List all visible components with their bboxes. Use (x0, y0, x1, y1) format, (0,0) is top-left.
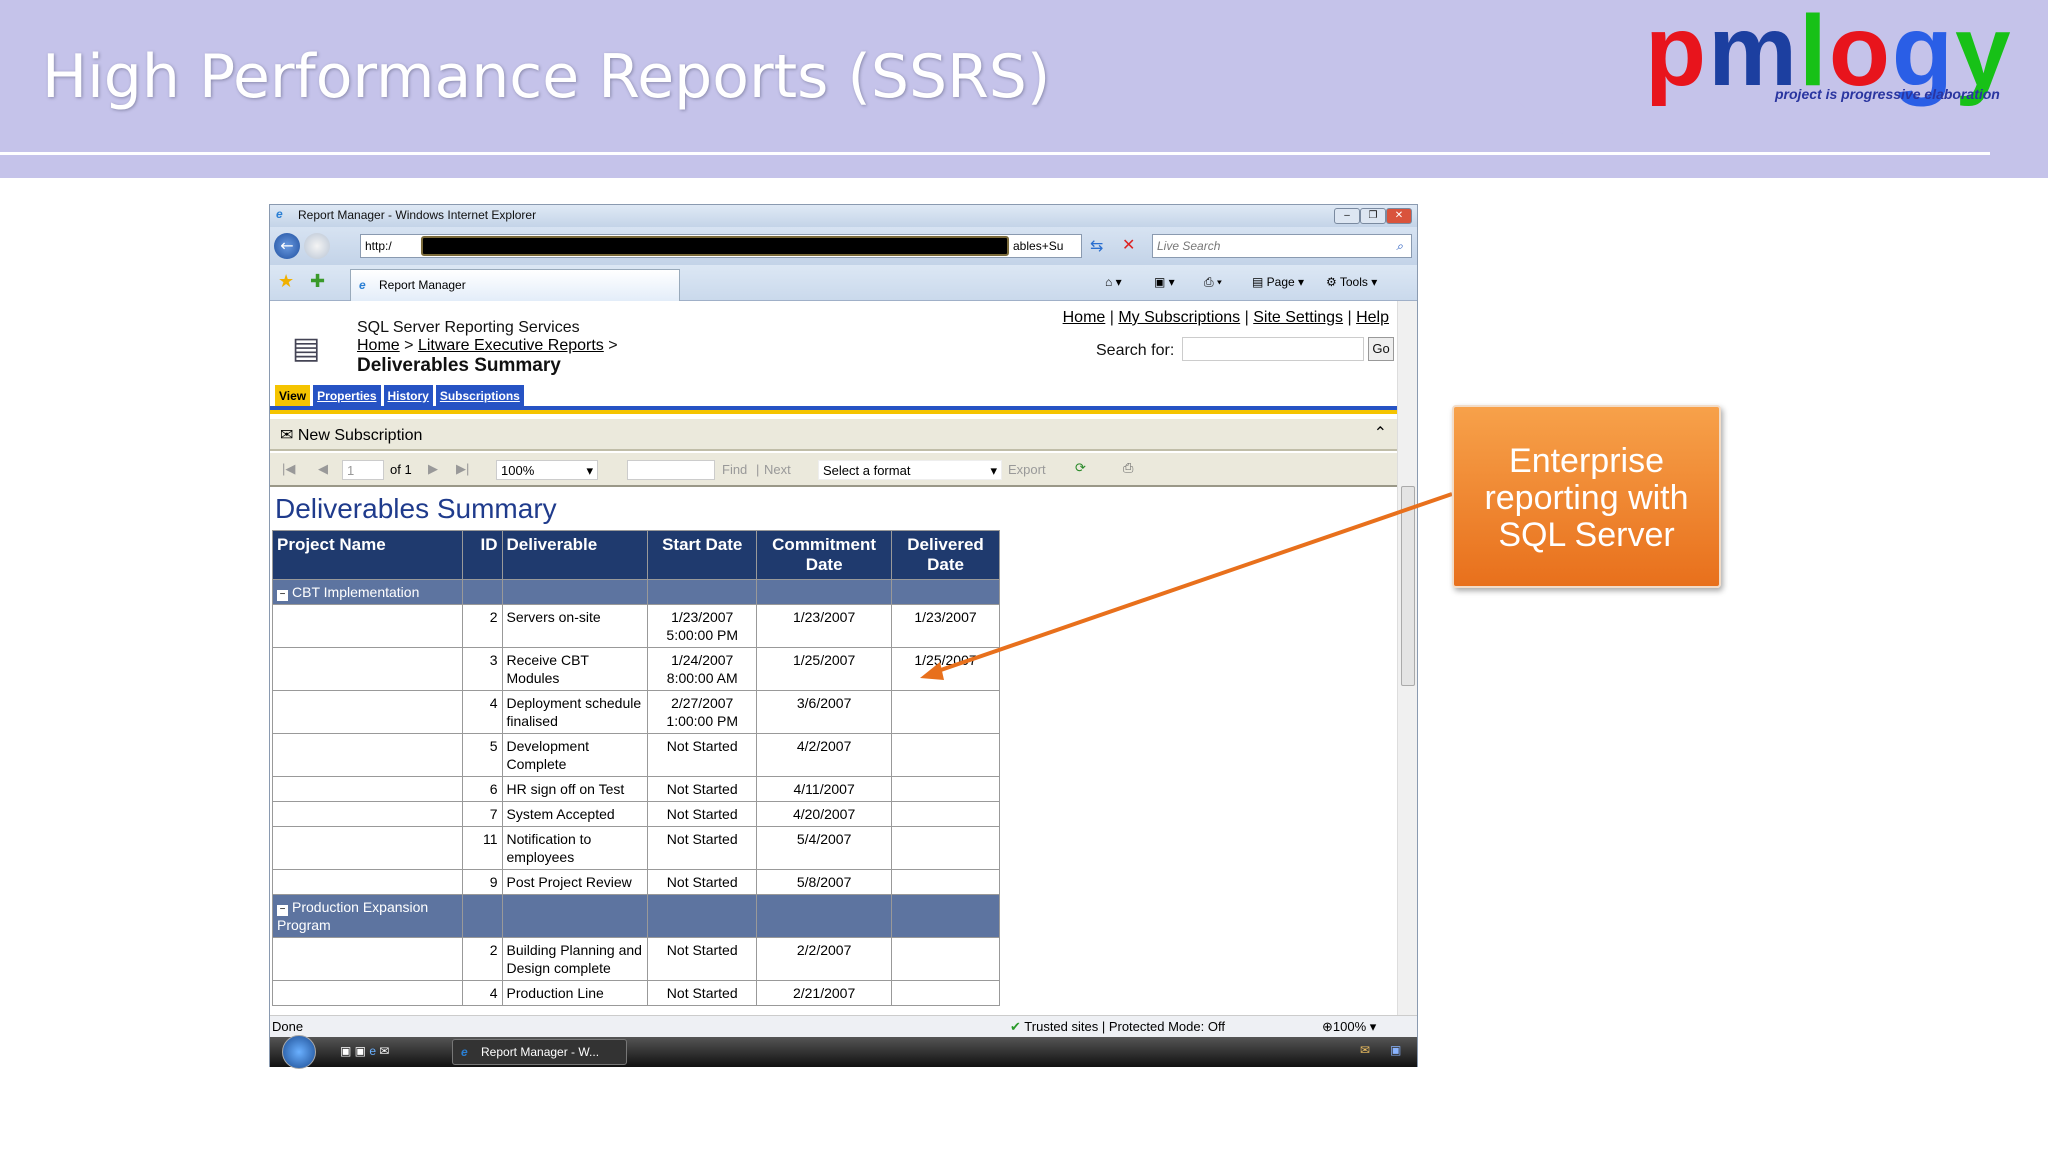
callout-box: Enterprise reporting with SQL Server (1452, 405, 1721, 588)
callout-arrow (920, 492, 1453, 680)
